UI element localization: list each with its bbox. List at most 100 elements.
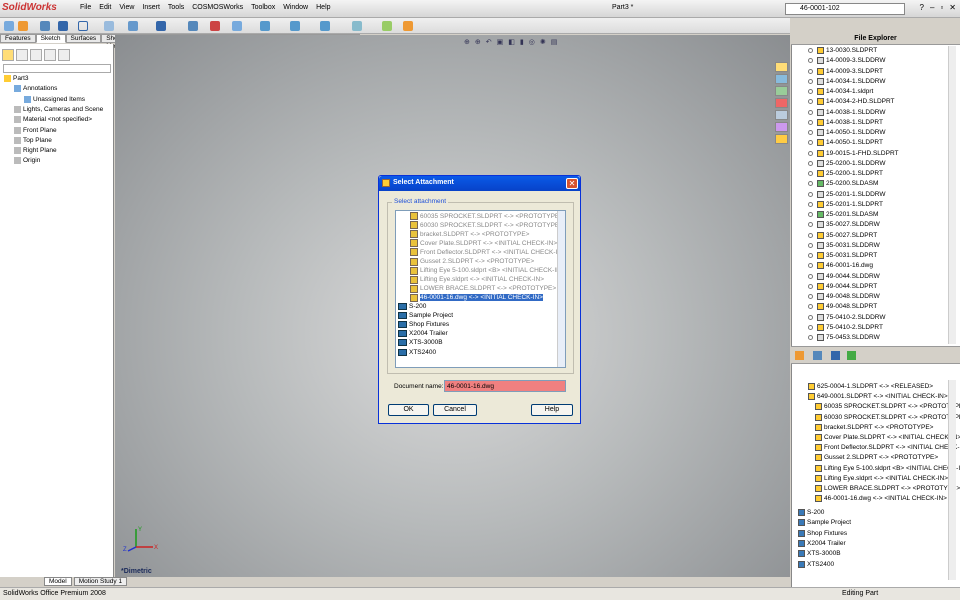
zoom-area-icon[interactable]: ⊕: [475, 38, 481, 46]
attachment-item[interactable]: X2004 Trailer: [398, 330, 448, 338]
file-explorer-icon[interactable]: [775, 86, 788, 96]
file-item[interactable]: 14-0009-3.SLDDRW: [808, 57, 886, 65]
appearances-icon[interactable]: [775, 122, 788, 132]
file-item[interactable]: 25-0201-1.SLDDRW: [808, 190, 886, 198]
file-item[interactable]: 75-0410-2.SLDDRW: [808, 313, 886, 321]
vault-folder-item[interactable]: XTS-3000B: [798, 550, 841, 558]
file-item[interactable]: 49-0044.SLDPRT: [808, 282, 877, 290]
vault-file-item[interactable]: 625-0004-1.SLDPRT <-> <RELEASED>: [808, 383, 933, 390]
centerline-icon[interactable]: [232, 21, 242, 31]
file-item[interactable]: 25-0200.SLDASM: [808, 180, 878, 188]
attachment-item[interactable]: LOWER BRACE.SLDPRT <-> <PROTOTYPE>: [410, 284, 556, 293]
file-explorer-scrollbar[interactable]: [948, 46, 956, 344]
tree-item[interactable]: Unassigned Items: [24, 95, 85, 103]
file-item[interactable]: 49-0044.SLDDRW: [808, 272, 880, 280]
file-item[interactable]: 25-0200-1.SLDDRW: [808, 159, 886, 167]
attachment-item[interactable]: Gusset 2.SLDPRT <-> <PROTOTYPE>: [410, 257, 534, 266]
pattern-icon[interactable]: [352, 21, 362, 31]
attachment-list[interactable]: 60035 SPROCKET.SLDPRT <-> <PROTOTYPE> 600…: [395, 210, 566, 368]
attachment-item[interactable]: XTS-3000B: [398, 339, 443, 347]
minimize-icon[interactable]: –: [930, 3, 934, 12]
dimxpert-tab-icon[interactable]: [44, 49, 56, 61]
tree-item[interactable]: Part3: [4, 75, 29, 82]
file-item[interactable]: 14-0050-1.SLDPRT: [808, 139, 883, 147]
menu-item-toolbox[interactable]: Toolbox: [251, 4, 275, 11]
file-item[interactable]: 14-0038-1.SLDDRW: [808, 108, 886, 116]
vault-file-item[interactable]: Gusset 2.SLDPRT <-> <PROTOTYPE>: [815, 454, 938, 462]
file-item[interactable]: 14-0034-1.sldprt: [808, 88, 873, 95]
document-name-field[interactable]: 46-0001-16.dwg: [444, 380, 566, 392]
point-icon[interactable]: [210, 21, 220, 31]
tree-item[interactable]: Material <not specified>: [14, 116, 92, 123]
attachment-item[interactable]: Front Deflector.SLDPRT <-> <INITIAL CHEC…: [410, 248, 565, 257]
tab-surfaces[interactable]: Surfaces: [65, 34, 102, 43]
file-item[interactable]: 14-0034-1.SLDDRW: [808, 77, 886, 85]
menu-item-edit[interactable]: Edit: [99, 4, 111, 11]
restore-icon[interactable]: ▫: [940, 3, 943, 12]
section-view-icon[interactable]: ▣: [497, 38, 504, 46]
attachment-item[interactable]: S-200: [398, 303, 426, 310]
menu-item-insert[interactable]: Insert: [142, 4, 160, 11]
arc-icon[interactable]: [104, 21, 114, 31]
vault-file-item[interactable]: 46-0001-16.dwg <-> <INITIAL CHECK-IN>: [815, 495, 947, 503]
ellipse-icon[interactable]: [188, 21, 198, 31]
vault-folder-item[interactable]: XTS2400: [798, 560, 834, 568]
tab-model[interactable]: Model: [44, 577, 72, 586]
toolbar-button[interactable]: [18, 21, 28, 31]
tree-item[interactable]: Front Plane: [14, 126, 57, 134]
file-item[interactable]: 13-0030.SLDPRT: [808, 47, 877, 54]
menu-item-cosmosworks[interactable]: COSMOSWorks: [192, 4, 243, 11]
attachment-item[interactable]: Lifting Eye.sldprt <-> <INITIAL CHECK-IN…: [410, 275, 544, 284]
help-icon[interactable]: ?: [920, 3, 924, 12]
file-item[interactable]: 46-0001-16.dwg: [808, 262, 873, 270]
circle-icon[interactable]: [78, 21, 88, 31]
cancel-button[interactable]: Cancel: [433, 404, 477, 416]
mirror-icon[interactable]: [320, 21, 330, 31]
attachment-item[interactable]: Shop Fixtures: [398, 321, 449, 329]
attachment-item[interactable]: Sample Project: [398, 312, 453, 320]
file-item[interactable]: 19-0015-1-FHD.SLDPRT: [808, 149, 899, 157]
vault-file-item[interactable]: bracket.SLDPRT <-> <PROTOTYPE>: [815, 423, 933, 431]
search-input[interactable]: 46-0001-102: [785, 3, 905, 15]
feature-tree-tab-icon[interactable]: [2, 49, 14, 61]
display-style-icon[interactable]: ▮: [520, 38, 524, 46]
design-library-icon[interactable]: [775, 74, 788, 84]
file-item[interactable]: 35-0027.SLDPRT: [808, 231, 877, 239]
hide-show-icon[interactable]: ◎: [529, 38, 535, 46]
tab-features[interactable]: Features: [0, 34, 36, 43]
check-in-icon[interactable]: [847, 351, 856, 360]
relations-icon[interactable]: [382, 21, 392, 31]
toolbar-button[interactable]: [4, 21, 14, 31]
attachment-item[interactable]: Cover Plate.SLDPRT <-> <INITIAL CHECK-IN…: [410, 239, 557, 248]
offset-icon[interactable]: [290, 21, 300, 31]
custom-properties-icon[interactable]: [775, 134, 788, 144]
attachment-item[interactable]: 60035 SPROCKET.SLDPRT <-> <PROTOTYPE>: [410, 212, 563, 220]
search-results-icon[interactable]: [775, 98, 788, 108]
menu-item-window[interactable]: Window: [283, 4, 308, 11]
tab-motion-study-1[interactable]: Motion Study 1: [73, 577, 128, 586]
file-item[interactable]: 14-0009-3.SLDPRT: [808, 67, 883, 75]
home-icon[interactable]: [775, 62, 788, 72]
previous-view-icon[interactable]: ↶: [486, 38, 492, 46]
file-item[interactable]: 75-0453.SLDDRW: [808, 334, 880, 341]
tree-item[interactable]: Origin: [14, 157, 40, 165]
spline-icon[interactable]: [156, 21, 166, 31]
tab-sketch[interactable]: Sketch: [35, 34, 66, 43]
tree-item[interactable]: Top Plane: [14, 136, 52, 144]
rapid-sketch-icon[interactable]: [403, 21, 413, 31]
vault-file-item[interactable]: 649-0001.SLDPRT <-> <INITIAL CHECK-IN>: [808, 393, 948, 401]
configuration-tab-icon[interactable]: [30, 49, 42, 61]
scene-icon[interactable]: ✺: [540, 38, 546, 46]
view-orientation-icon[interactable]: ◧: [508, 38, 515, 46]
display-tab-icon[interactable]: [58, 49, 70, 61]
tree-item[interactable]: Right Plane: [14, 147, 57, 154]
menu-item-view[interactable]: View: [119, 4, 134, 11]
menu-item-tools[interactable]: Tools: [168, 4, 184, 11]
vault-scrollbar[interactable]: [948, 380, 956, 580]
close-icon[interactable]: ✕: [949, 3, 956, 12]
file-item[interactable]: 14-0034-2-HD.SLDPRT: [808, 98, 895, 106]
vault-folder-item[interactable]: Sample Project: [798, 519, 851, 527]
attachment-item[interactable]: 60030 SPROCKET.SLDPRT <-> <PROTOTYPE>: [410, 221, 563, 230]
property-manager-tab-icon[interactable]: [16, 49, 28, 61]
vault-folder-item[interactable]: S-200: [798, 509, 824, 516]
